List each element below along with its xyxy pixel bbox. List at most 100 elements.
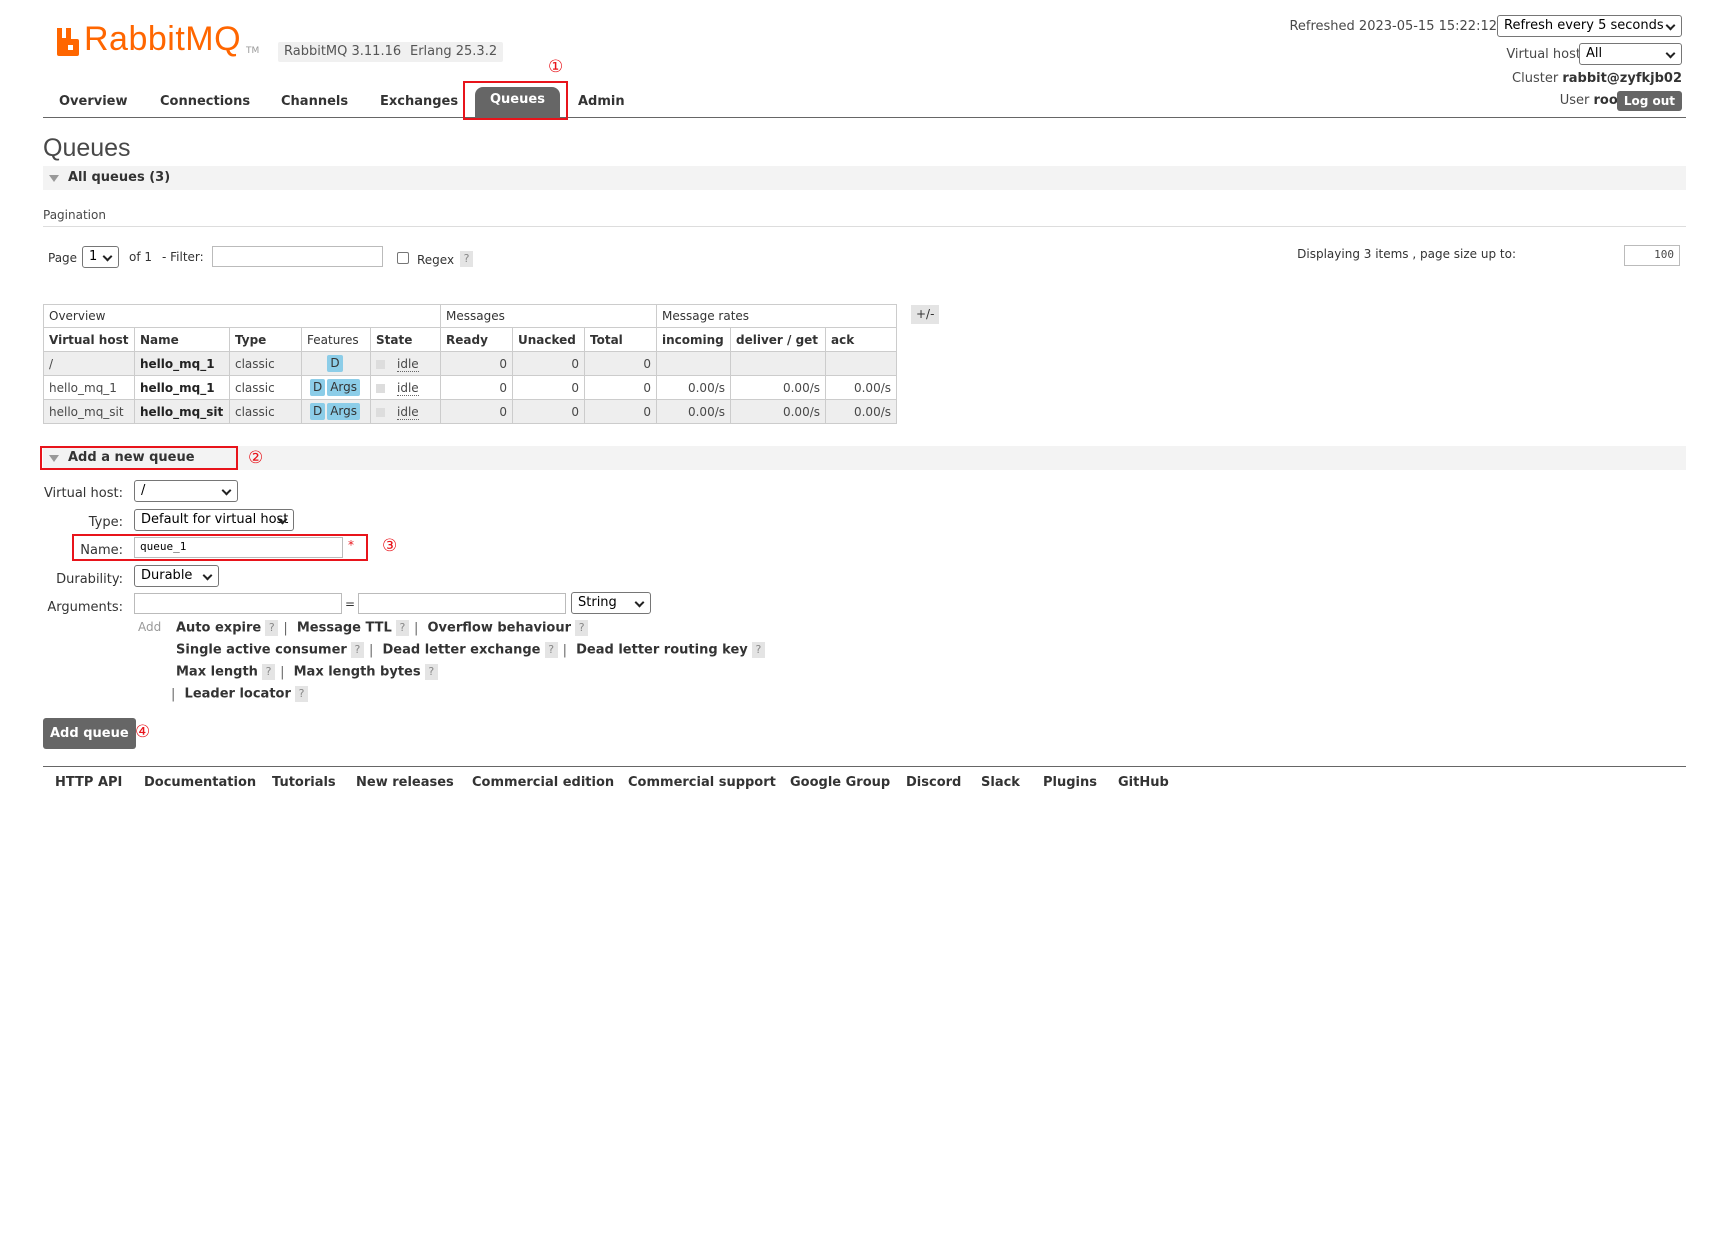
nav-underline [43,117,1686,118]
help-icon[interactable]: ? [575,620,589,636]
col-deliver-get[interactable]: deliver / get [730,327,826,352]
argument-shortcuts-row-3: Max length ? | Max length bytes ? [176,664,438,680]
help-icon[interactable]: ? [350,642,364,658]
argument-key-input[interactable] [134,593,342,614]
col-incoming[interactable]: incoming [656,327,731,352]
logo-text: RabbitMQ [84,20,242,58]
queue-name-link[interactable]: hello_mq_sit [134,399,230,424]
cell-unacked: 0 [512,351,585,376]
max-length-bytes-link[interactable]: Max length bytes [294,665,421,680]
argument-type-select[interactable]: String [571,592,651,614]
tab-exchanges[interactable]: Exchanges [380,90,458,114]
col-name[interactable]: Name [134,327,230,352]
col-features: Features [301,327,371,352]
feature-args-tag[interactable]: Args [327,403,361,420]
dead-letter-routing-key-link[interactable]: Dead letter routing key [576,643,748,658]
single-active-consumer-link[interactable]: Single active consumer [176,643,347,658]
state-indicator-icon [376,407,385,417]
table-row[interactable]: hello_mq_1 hello_mq_1 classic D Args idle… [43,375,897,400]
version-badge: RabbitMQ 3.11.16 [278,42,408,62]
table-row[interactable]: hello_mq_sit hello_mq_sit classic D Args … [43,399,897,424]
max-length-link[interactable]: Max length [176,665,258,680]
dead-letter-exchange-link[interactable]: Dead letter exchange [382,643,540,658]
virtual-host-select[interactable]: All [1579,43,1682,65]
tab-overview[interactable]: Overview [59,90,128,114]
cell-unacked: 0 [512,375,585,400]
page-select[interactable]: 1 [82,246,119,268]
cell-state: idle [370,351,441,376]
footer-link-slack[interactable]: Slack [981,775,1020,790]
page-size-input[interactable]: 100 [1624,245,1680,266]
vhost-select[interactable]: / [134,480,238,502]
footer-link-documentation[interactable]: Documentation [144,775,256,790]
help-icon[interactable]: ? [395,620,409,636]
cell-total: 0 [584,399,657,424]
footer-link-commercial-edition[interactable]: Commercial edition [472,775,614,790]
help-icon[interactable]: ? [424,664,438,680]
cell-deliver-get [730,351,826,376]
help-icon[interactable]: ? [751,642,765,658]
col-ack[interactable]: ack [825,327,897,352]
argument-value-input[interactable] [358,593,566,614]
group-header-overview: Overview [43,304,441,328]
equals-sign: = [345,597,356,611]
add-queue-section-header[interactable]: Add a new queue [43,446,1686,470]
col-state[interactable]: State [370,327,441,352]
col-total[interactable]: Total [584,327,657,352]
footer-link-google-group[interactable]: Google Group [790,775,890,790]
all-queues-label: All queues (3) [68,170,171,185]
column-toggle-button[interactable]: +/- [911,305,940,324]
regex-checkbox[interactable] [397,252,409,264]
cluster-info: Cluster rabbit@zyfkjb02 [1512,71,1682,86]
logo-trademark: TM [246,46,260,56]
help-icon[interactable]: ? [544,642,558,658]
footer-link-tutorials[interactable]: Tutorials [272,775,336,790]
durability-select[interactable]: Durable [134,565,219,587]
auto-expire-link[interactable]: Auto expire [176,621,261,636]
col-ready[interactable]: Ready [440,327,513,352]
filter-input[interactable] [212,246,383,267]
cell-state: idle [370,399,441,424]
help-icon[interactable]: ? [295,686,309,702]
cell-incoming: 0.00/s [656,375,731,400]
tab-connections[interactable]: Connections [160,90,250,114]
help-icon[interactable]: ? [262,664,276,680]
footer-link-http-api[interactable]: HTTP API [55,775,122,790]
pagination-label: Pagination [43,208,106,222]
footer-link-discord[interactable]: Discord [906,775,961,790]
footer-link-plugins[interactable]: Plugins [1043,775,1097,790]
cell-deliver-get: 0.00/s [730,375,826,400]
footer-link-github[interactable]: GitHub [1118,775,1169,790]
table-row[interactable]: / hello_mq_1 classic D idle 0 0 0 [43,351,897,376]
overflow-behaviour-link[interactable]: Overflow behaviour [428,621,572,636]
cell-deliver-get: 0.00/s [730,399,826,424]
cell-vhost: hello_mq_sit [43,399,135,424]
queue-name-link[interactable]: hello_mq_1 [134,375,230,400]
feature-args-tag[interactable]: Args [327,379,361,396]
tab-admin[interactable]: Admin [578,90,625,114]
col-virtual-host[interactable]: Virtual host [43,327,135,352]
regex-help-icon[interactable]: ? [460,251,473,267]
queue-type-select[interactable]: Default for virtual host [134,509,294,531]
cell-state: idle [370,375,441,400]
state-indicator-icon [376,383,385,393]
cell-ready: 0 [440,351,513,376]
all-queues-section-header[interactable]: All queues (3) [43,166,1686,190]
footer-link-new-releases[interactable]: New releases [356,775,454,790]
help-icon[interactable]: ? [265,620,279,636]
displaying-items-text: Displaying 3 items , page size up to: [1297,247,1516,261]
message-ttl-link[interactable]: Message TTL [297,621,392,636]
add-queue-button[interactable]: Add queue [43,718,136,749]
queue-name-link[interactable]: hello_mq_1 [134,351,230,376]
leader-locator-link[interactable]: Leader locator [185,687,291,702]
footer-link-commercial-support[interactable]: Commercial support [628,775,776,790]
cell-ack [825,351,897,376]
col-type[interactable]: Type [229,327,302,352]
feature-durable-tag: D [327,355,343,372]
logout-button[interactable]: Log out [1616,91,1682,111]
col-unacked[interactable]: Unacked [512,327,585,352]
cell-ready: 0 [440,375,513,400]
refresh-interval-select[interactable]: Refresh every 5 seconds [1497,15,1682,37]
tab-channels[interactable]: Channels [281,90,348,114]
annotation-number-3: ③ [382,536,398,556]
